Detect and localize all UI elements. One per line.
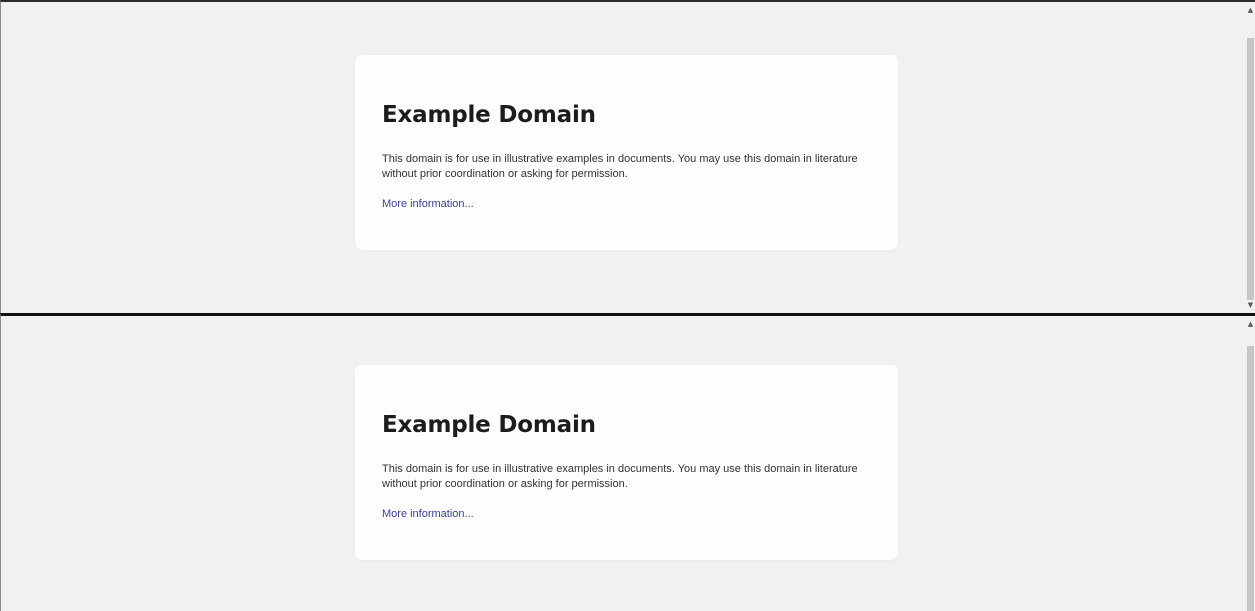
content-card: Example Domain This domain is for use in… [355,55,898,250]
vertical-scrollbar[interactable]: ▲ ▼ [1246,2,1255,313]
page-viewport: Example Domain This domain is for use in… [1,316,1246,611]
description-text: This domain is for use in illustrative e… [382,153,858,180]
scroll-up-arrow-icon[interactable]: ▲ [1246,318,1255,330]
scrollbar-thumb[interactable] [1247,346,1254,611]
browser-pane-bottom: Example Domain This domain is for use in… [0,313,1255,611]
content-card: Example Domain This domain is for use in… [355,365,898,560]
page-heading: Example Domain [382,102,596,128]
vertical-scrollbar[interactable]: ▲ [1246,316,1255,611]
browser-pane-top: Example Domain This domain is for use in… [0,0,1255,313]
description-text: This domain is for use in illustrative e… [382,463,858,490]
scrollbar-thumb[interactable] [1247,38,1254,300]
scroll-up-arrow-icon[interactable]: ▲ [1246,4,1255,16]
scroll-down-arrow-icon[interactable]: ▼ [1246,299,1255,311]
page-heading: Example Domain [382,412,596,438]
more-information-link[interactable]: More information... [382,198,474,210]
page-viewport: Example Domain This domain is for use in… [1,2,1246,313]
more-information-link[interactable]: More information... [382,508,474,520]
